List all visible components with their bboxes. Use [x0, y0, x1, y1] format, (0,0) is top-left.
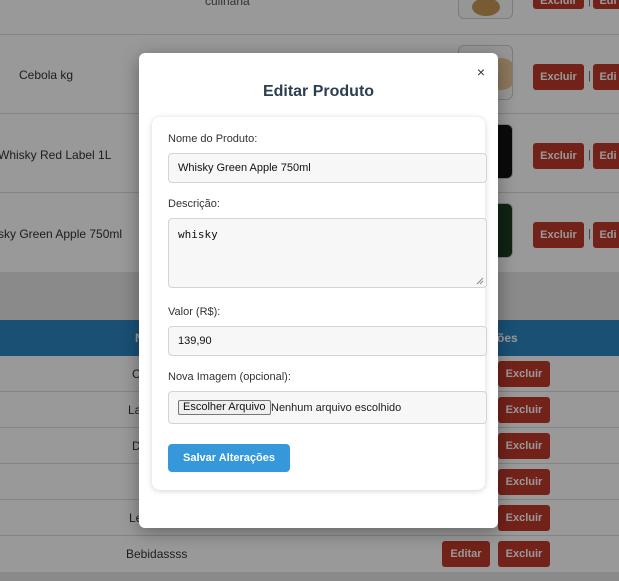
description-value: whisky — [178, 228, 218, 241]
price-label: Valor (R$): — [168, 306, 221, 318]
edit-product-form: Nome do Produto: Whisky Green Apple 750m… — [152, 117, 487, 490]
close-icon[interactable]: × — [474, 65, 488, 79]
image-label: Nova Imagem (opcional): — [168, 371, 291, 383]
price-input[interactable]: 139,90 — [168, 326, 487, 356]
resize-handle-icon[interactable] — [476, 277, 484, 285]
product-name-label: Nome do Produto: — [168, 133, 258, 145]
description-label: Descrição: — [168, 198, 220, 210]
choose-file-button[interactable]: Escolher Arquivo — [178, 400, 271, 415]
file-status-text: Nenhum arquivo escolhido — [271, 402, 402, 414]
product-name-input[interactable]: Whisky Green Apple 750ml — [168, 153, 487, 183]
modal-title: Editar Produto — [262, 83, 375, 100]
save-changes-button[interactable]: Salvar Alterações — [168, 444, 290, 472]
image-file-input[interactable]: Escolher Arquivo Nenhum arquivo escolhid… — [168, 391, 487, 424]
edit-product-modal: × Editar Produto Nome do Produto: Whisky… — [139, 53, 498, 528]
description-textarea[interactable]: whisky — [168, 218, 487, 288]
